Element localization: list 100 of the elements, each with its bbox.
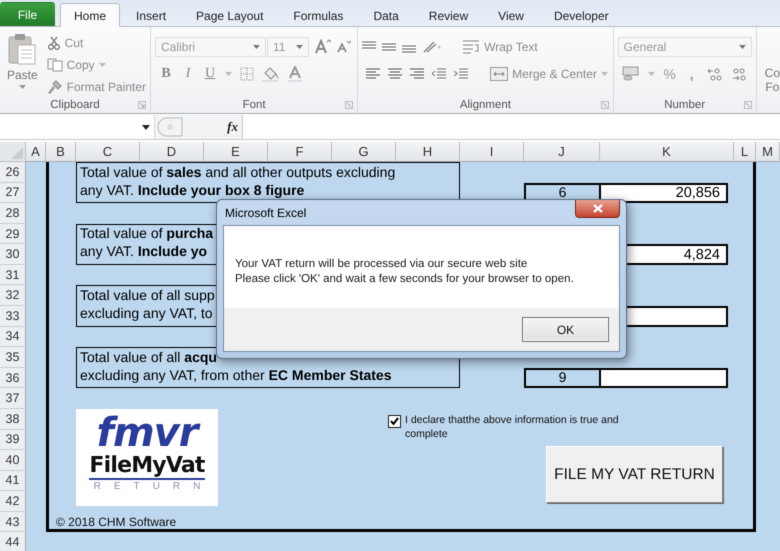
align-middle-icon[interactable] [382,40,396,52]
fill-bucket-icon[interactable] [262,66,280,82]
column-header[interactable]: J [524,142,600,162]
orientation-icon[interactable] [422,40,442,54]
box-number: 9 [524,368,600,388]
question-text: Total value of all supp [80,287,215,304]
ribbon-tab[interactable]: Data [359,4,413,26]
ribbon-tab[interactable]: Insert [122,4,180,26]
column-header[interactable]: M [756,142,780,162]
triangle-icon [11,147,23,159]
row-header[interactable]: 30 [0,244,26,265]
ok-button[interactable]: OK [522,317,609,342]
close-icon [592,204,602,213]
row-header[interactable]: 44 [0,532,26,551]
logo-tagline: RETURN [94,480,214,494]
column-header[interactable]: B [46,142,76,162]
launcher-icon[interactable] [744,101,752,109]
copy-icon [46,58,63,72]
question-text: excluding any VAT, from other EC Member States [80,366,392,384]
question-text: any VAT. Include your box 8 figure [80,182,304,199]
align-right-icon[interactable] [410,68,424,80]
row-header[interactable]: 34 [0,326,26,348]
launcher-icon[interactable] [138,101,146,109]
clipboard-icon [8,33,36,65]
logo-wordmark: FileMyVat [89,454,205,480]
checkmark-icon [390,417,399,426]
ribbon-tab[interactable]: View [484,4,538,26]
launcher-icon[interactable] [345,101,354,109]
column-header[interactable]: F [268,142,332,162]
row-header[interactable]: 29 [0,224,26,244]
caret-icon [142,124,150,130]
question-text: Total value of sales and all other outputs excluding [80,164,396,181]
column-header[interactable]: A [26,142,46,162]
amount-field[interactable] [600,368,728,388]
caret-icon [253,44,260,48]
row-header[interactable]: 37 [0,388,26,409]
ribbon-tab[interactable]: Page Layout [182,4,278,26]
row-header[interactable]: 42 [0,491,26,512]
font-color-icon[interactable] [288,66,302,82]
column-header[interactable]: K [600,142,734,162]
dialog-message: Your VAT return will be processed via our secure web site [235,257,528,272]
ribbon-tab[interactable]: Review [414,4,482,26]
caret-icon [18,85,26,89]
grow-font-icon[interactable] [315,39,331,54]
caret-icon [296,44,303,48]
row-header[interactable]: 31 [0,264,26,286]
column-header[interactable]: G [332,142,396,162]
column-header[interactable]: H [396,142,460,162]
decrease-indent-icon[interactable] [432,68,446,80]
row-header[interactable]: 41 [0,470,26,492]
insert-function-button[interactable]: fx [227,119,238,135]
shrink-font-icon[interactable] [337,40,351,53]
row-header[interactable]: 36 [0,368,26,388]
row-header[interactable]: 35 [0,347,26,368]
file-vat-return-button[interactable]: FILE MY VAT RETURN [546,446,723,504]
row-header[interactable]: 38 [0,408,26,430]
question-text: Total value of purcha [80,225,214,242]
ribbon-tab[interactable]: Home [60,3,120,27]
column-header[interactable]: L [734,142,756,162]
merge-cells-icon [490,66,508,80]
row-header[interactable]: 27 [0,182,26,204]
caret-icon [98,62,106,66]
row-header[interactable]: 28 [0,203,26,224]
paintbrush-icon [46,78,63,94]
increase-decimal-icon[interactable] [706,66,723,80]
dialog-title: Microsoft Excel [225,206,306,220]
row-header[interactable]: 39 [0,430,26,450]
column-header[interactable]: E [204,142,268,162]
borders-icon[interactable] [240,66,254,80]
row-header[interactable]: 32 [0,285,26,306]
column-header[interactable]: I [460,142,524,162]
launcher-icon[interactable] [600,101,609,109]
close-button[interactable] [575,200,620,218]
question-text: any VAT. Include yo [80,243,208,260]
declaration-checkbox[interactable] [388,414,401,428]
align-left-icon[interactable] [366,68,380,80]
file-tab[interactable]: File [0,2,55,26]
group-label: Number [664,98,706,110]
column-header[interactable]: D [140,142,204,162]
splitter-handle-icon[interactable] [157,117,183,137]
decrease-decimal-icon[interactable] [730,66,747,80]
group-label: Font [242,98,266,110]
column-header[interactable]: C [76,142,140,162]
copyright-text: © 2018 CHM Software [55,514,178,532]
conditional-formatting-button[interactable]: Co Fo [756,27,780,94]
align-center-icon[interactable] [388,68,402,80]
amount-field[interactable]: 20,856 [600,182,728,204]
group-label: Alignment [460,98,511,110]
row-header[interactable]: 40 [0,450,26,471]
increase-indent-icon[interactable] [454,68,468,80]
row-header[interactable]: 26 [0,162,26,183]
row-header[interactable]: 43 [0,512,26,532]
ribbon-tab[interactable]: Developer [540,4,623,26]
row-header[interactable]: 33 [0,306,26,327]
group-label: Clipboard [50,98,100,110]
caret-icon [648,72,655,76]
declaration-label: I declare thatthe above information is true and complete [405,412,620,441]
currency-icon[interactable] [622,66,640,82]
ribbon-tab[interactable]: Formulas [279,4,358,26]
paste-button[interactable]: Paste [4,31,41,96]
